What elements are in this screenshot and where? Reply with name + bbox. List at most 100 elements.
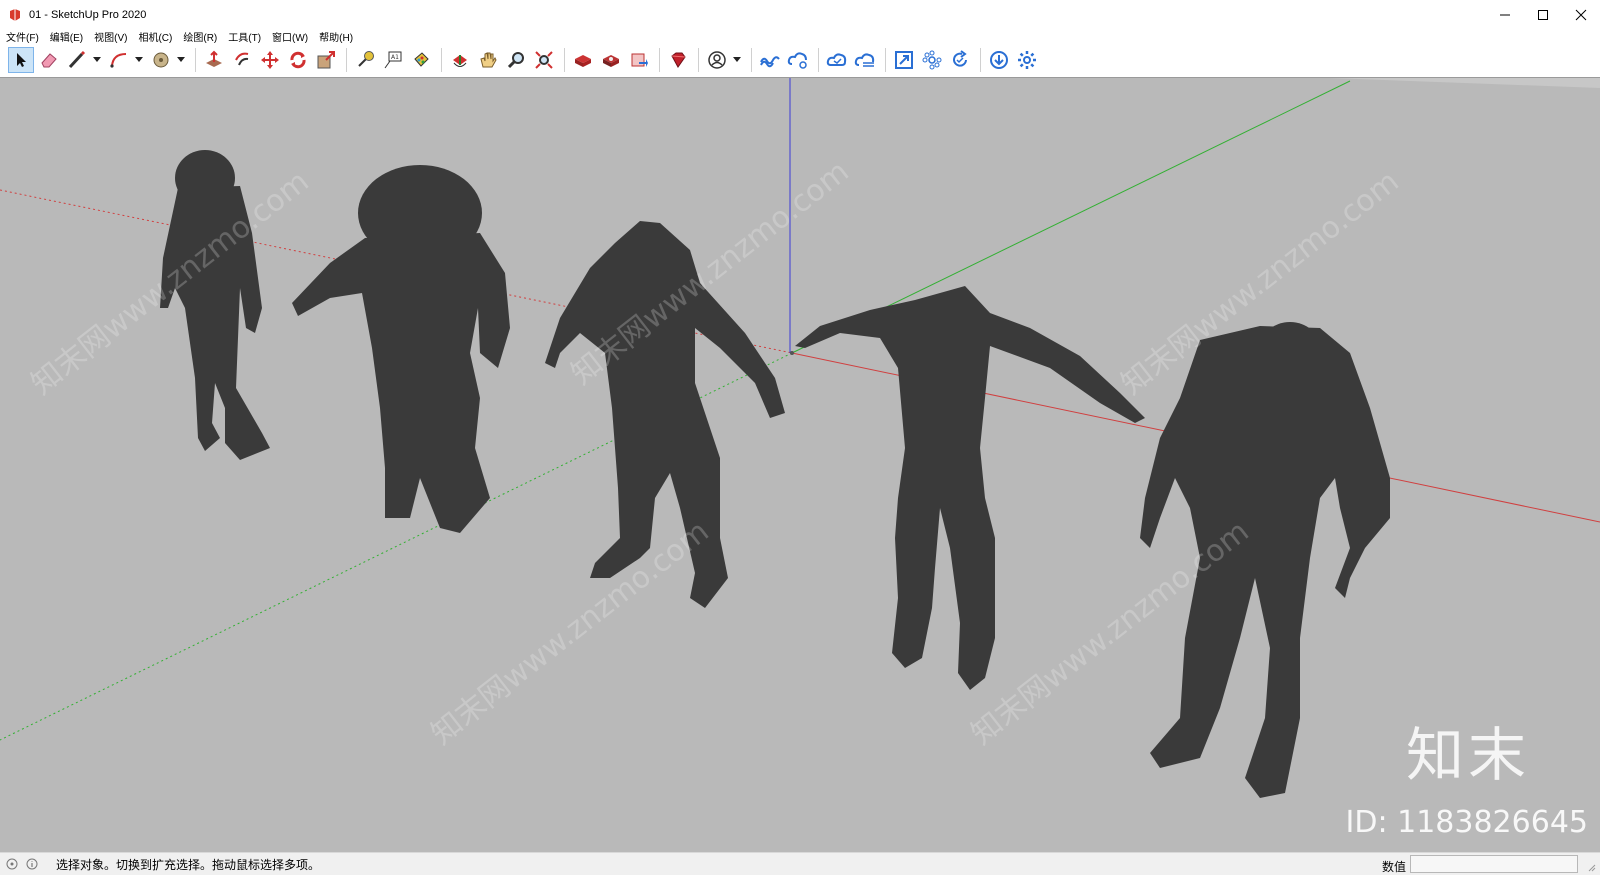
armor-figure-2[interactable] xyxy=(292,165,510,533)
cloud-collab-icon xyxy=(854,53,875,67)
menu-window[interactable]: 窗口(W) xyxy=(272,29,308,44)
push-pull-icon xyxy=(206,50,222,67)
measurements-input[interactable] xyxy=(1410,855,1578,873)
maximize-button[interactable] xyxy=(1524,0,1562,30)
line-tool-dropdown[interactable] xyxy=(92,47,102,73)
move-tool-button[interactable] xyxy=(257,47,283,73)
scale-tool-button[interactable] xyxy=(313,47,339,73)
svg-text:A1: A1 xyxy=(391,54,399,61)
tape-measure-tool-button[interactable] xyxy=(352,47,378,73)
rotate-tool-button[interactable] xyxy=(285,47,311,73)
status-hint-text: 选择对象。切换到扩充选择。拖动鼠标选择多项。 xyxy=(56,857,321,872)
download-icon xyxy=(990,51,1008,69)
window-controls xyxy=(1486,0,1600,30)
menu-edit[interactable]: 编辑(E) xyxy=(50,29,83,44)
select-icon xyxy=(17,53,26,67)
info-icon xyxy=(26,858,38,870)
zoom-extents-tool-button[interactable] xyxy=(531,47,557,73)
push-pull-tool-button[interactable] xyxy=(201,47,227,73)
expand-view-button[interactable] xyxy=(891,47,917,73)
cloud-collab-button[interactable] xyxy=(852,47,878,73)
arc-tool-dropdown[interactable] xyxy=(134,47,144,73)
toolbar-separator xyxy=(885,48,886,72)
send-to-layout-button[interactable] xyxy=(626,47,652,73)
refresh-icon xyxy=(953,50,967,67)
shapes-tool-dropdown[interactable] xyxy=(176,47,186,73)
menu-file[interactable]: 文件(F) xyxy=(6,29,39,44)
refresh-button[interactable] xyxy=(947,47,973,73)
eraser-icon xyxy=(41,53,57,68)
watermark-id: ID: 1183826645 xyxy=(1345,805,1588,840)
3d-warehouse-button[interactable] xyxy=(570,47,596,73)
offset-icon xyxy=(235,52,249,66)
toolbar-separator xyxy=(441,48,442,72)
ruby-console-button[interactable] xyxy=(665,47,691,73)
menu-tools[interactable]: 工具(T) xyxy=(228,29,261,44)
toolbar-separator xyxy=(564,48,565,72)
menu-view[interactable]: 视图(V) xyxy=(94,29,127,44)
warehouse-icon xyxy=(575,55,591,67)
menu-camera[interactable]: 相机(C) xyxy=(138,29,172,44)
menu-bar: 文件(F) 编辑(E) 视图(V) 相机(C) 绘图(R) 工具(T) 窗口(W… xyxy=(0,28,1600,44)
menu-draw[interactable]: 绘图(R) xyxy=(183,29,217,44)
watermark-brand: 知末 xyxy=(1405,721,1530,789)
measurements-label: 数值 xyxy=(1381,860,1406,874)
toolbar-separator xyxy=(980,48,981,72)
window-title: 01 - SketchUp Pro 2020 xyxy=(29,9,147,21)
components-icon xyxy=(922,50,942,70)
main-toolbar: A1 xyxy=(0,44,1600,76)
offset-tool-button[interactable] xyxy=(229,47,255,73)
profile-dropdown[interactable] xyxy=(732,47,742,73)
toolbar-separator xyxy=(818,48,819,72)
paint-bucket-tool-button[interactable] xyxy=(408,47,434,73)
toolbar-separator xyxy=(195,48,196,72)
geo-location-icon[interactable] xyxy=(4,856,20,872)
resize-grip-icon[interactable] xyxy=(1586,862,1596,872)
maximize-icon xyxy=(1538,10,1548,20)
arc-icon xyxy=(110,53,127,68)
line-tool-button[interactable] xyxy=(64,47,90,73)
close-button[interactable] xyxy=(1562,0,1600,30)
title-bar: 01 - SketchUp Pro 2020 xyxy=(0,0,1600,30)
extension-warehouse-button[interactable] xyxy=(598,47,624,73)
scale-icon xyxy=(317,51,335,69)
text-tool-button[interactable]: A1 xyxy=(380,47,406,73)
extension-warehouse-icon xyxy=(603,55,619,67)
minimize-icon xyxy=(1500,14,1510,16)
toolbar-separator xyxy=(346,48,347,72)
cloud-sync-button[interactable] xyxy=(824,47,850,73)
axis-origin xyxy=(790,351,794,355)
share-icon xyxy=(787,52,807,69)
eraser-tool-button[interactable] xyxy=(36,47,62,73)
text-icon: A1 xyxy=(384,51,402,69)
pan-tool-button[interactable] xyxy=(475,47,501,73)
chevron-down-icon xyxy=(733,57,741,62)
arc-tool-button[interactable] xyxy=(106,47,132,73)
select-tool-button[interactable] xyxy=(8,47,34,73)
download-button[interactable] xyxy=(986,47,1012,73)
info-icon[interactable] xyxy=(24,856,40,872)
move-icon xyxy=(261,51,279,69)
shapes-tool-button[interactable] xyxy=(148,47,174,73)
menu-help[interactable]: 帮助(H) xyxy=(319,29,353,44)
orbit-icon xyxy=(453,55,467,67)
layout-icon xyxy=(631,53,648,67)
paint-bucket-icon xyxy=(414,52,429,67)
zoom-extents-icon xyxy=(535,51,553,69)
trimble-connect-button[interactable] xyxy=(757,47,783,73)
ruby-icon xyxy=(671,52,686,68)
chevron-down-icon xyxy=(135,57,143,62)
share-model-button[interactable] xyxy=(785,47,811,73)
zoom-tool-button[interactable] xyxy=(503,47,529,73)
profile-button[interactable] xyxy=(704,47,730,73)
model-viewport[interactable]: 知末网www.znzmo.com 知末网www.znzmo.com 知末网www… xyxy=(0,77,1600,852)
pan-icon xyxy=(480,52,497,68)
components-button[interactable] xyxy=(919,47,945,73)
orbit-tool-button[interactable] xyxy=(447,47,473,73)
minimize-button[interactable] xyxy=(1486,0,1524,30)
settings-button[interactable] xyxy=(1014,47,1040,73)
status-bar: 选择对象。切换到扩充选择。拖动鼠标选择多项。 数值 xyxy=(0,852,1600,875)
tape-measure-icon xyxy=(358,51,374,67)
zoom-icon xyxy=(507,52,524,69)
rotate-icon xyxy=(290,51,306,69)
